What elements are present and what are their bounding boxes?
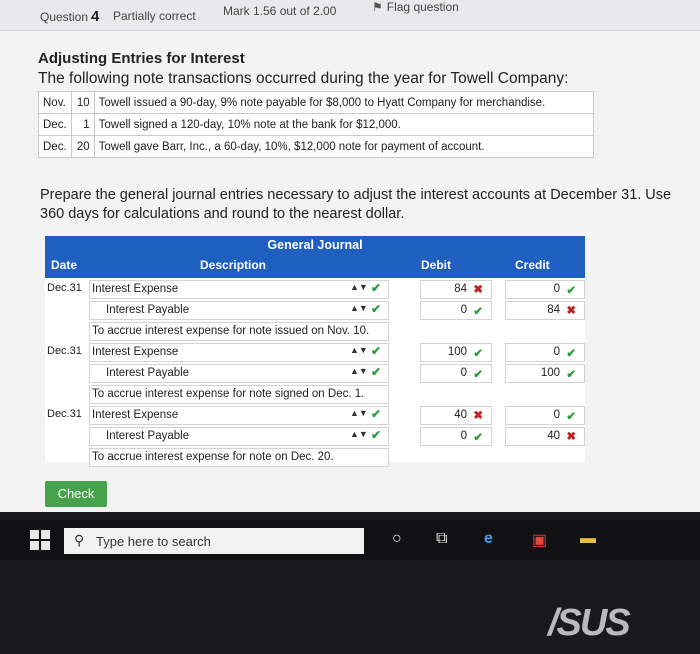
debit-field[interactable]: 0 ✔ — [420, 427, 492, 446]
account-select[interactable]: Interest Expense — [89, 280, 389, 299]
correct-icon: ✔ — [371, 428, 382, 442]
windows-taskbar: ⚲ Type here to search ○ ⧉ e ▣ ▬ — [0, 520, 700, 560]
correct-icon: ✔ — [371, 281, 382, 295]
table-row: Dec. 20 Towell gave Barr, Inc., a 60-day… — [38, 135, 595, 158]
correct-icon: ✔ — [566, 285, 576, 297]
journal-row: Dec.31 Interest Expense ▲▼ ✔ 40 ✖ 0 ✔ — [45, 404, 585, 425]
table-row: Nov. 10 Towell issued a 90-day, 9% note … — [38, 91, 595, 114]
store-icon[interactable]: ▣ — [532, 530, 547, 550]
account-select[interactable]: Interest Payable — [89, 301, 389, 320]
credit-field[interactable]: 40 ✖ — [505, 427, 585, 446]
correct-icon: ✔ — [371, 407, 382, 421]
journal-row: Dec.31 Interest Expense ▲▼ ✔ 84 ✖ 0 ✔ — [45, 278, 585, 299]
account-select[interactable]: Interest Expense — [89, 343, 389, 362]
correct-icon: ✔ — [566, 348, 576, 360]
memo-field[interactable]: To accrue interest expense for note sign… — [89, 385, 389, 404]
question-mark: Mark 1.56 out of 2.00 — [223, 4, 337, 18]
incorrect-icon: ✖ — [473, 284, 483, 296]
correct-icon: ✔ — [473, 369, 483, 381]
cortana-icon[interactable]: ○ — [392, 530, 402, 548]
select-arrows-icon: ▲▼ — [350, 366, 368, 376]
credit-field[interactable]: 0 ✔ — [505, 280, 585, 299]
credit-field[interactable]: 0 ✔ — [505, 343, 585, 362]
journal-header: Date Description Debit Credit — [45, 254, 585, 278]
memo-field[interactable]: To accrue interest expense for note issu… — [89, 322, 389, 341]
journal-title: General Journal — [45, 236, 585, 254]
correct-icon: ✔ — [566, 411, 576, 423]
journal-row: Interest Payable ▲▼ ✔ 0 ✔ 100 ✔ — [45, 362, 585, 383]
edge-browser-icon[interactable]: e — [484, 530, 493, 548]
incorrect-icon: ✖ — [473, 410, 483, 422]
correct-icon: ✔ — [371, 302, 382, 316]
debit-field[interactable]: 100 ✔ — [420, 343, 492, 362]
correct-icon: ✔ — [371, 344, 382, 358]
correct-icon: ✔ — [473, 348, 483, 360]
debit-field[interactable]: 0 ✔ — [420, 301, 492, 320]
search-icon: ⚲ — [74, 532, 85, 548]
flag-icon: ⚑ — [372, 0, 383, 14]
credit-field[interactable]: 100 ✔ — [505, 364, 585, 383]
debit-field[interactable]: 40 ✖ — [420, 406, 492, 425]
entry-date: Dec.31 — [47, 408, 82, 420]
table-row: Dec. 1 Towell signed a 120-day, 10% note… — [38, 113, 595, 136]
account-select[interactable]: Interest Payable — [89, 427, 389, 446]
journal-row: Interest Payable ▲▼ ✔ 0 ✔ 84 ✖ — [45, 299, 585, 320]
asus-logo: /SUS — [548, 602, 631, 644]
select-arrows-icon: ▲▼ — [350, 303, 368, 313]
correct-icon: ✔ — [566, 369, 576, 381]
debit-field[interactable]: 0 ✔ — [420, 364, 492, 383]
memo-field[interactable]: To accrue interest expense for note on D… — [89, 448, 389, 467]
select-arrows-icon: ▲▼ — [350, 408, 368, 418]
taskbar-search-box[interactable]: ⚲ Type here to search — [64, 528, 364, 554]
entry-date: Dec.31 — [47, 345, 82, 357]
journal-row: Dec.31 Interest Expense ▲▼ ✔ 100 ✔ 0 ✔ — [45, 341, 585, 362]
problem-prompt: Prepare the general journal entries nece… — [40, 187, 672, 222]
journal-row: Interest Payable ▲▼ ✔ 0 ✔ 40 ✖ — [45, 425, 585, 446]
flag-question-link[interactable]: ⚑ Flag question — [372, 0, 459, 14]
incorrect-icon: ✖ — [566, 431, 576, 443]
entry-date: Dec.31 — [47, 282, 82, 294]
quiz-screen: Question 4 Partially correct Mark 1.56 ou… — [0, 0, 700, 512]
incorrect-icon: ✖ — [566, 305, 576, 317]
check-button[interactable]: Check — [45, 481, 107, 507]
file-explorer-icon[interactable]: ▬ — [580, 530, 596, 548]
correct-icon: ✔ — [473, 306, 483, 318]
header-credit: Credit — [515, 258, 550, 272]
account-select[interactable]: Interest Expense — [89, 406, 389, 425]
header-debit: Debit — [421, 258, 451, 272]
general-journal: General Journal Date Description Debit C… — [45, 236, 585, 467]
select-arrows-icon: ▲▼ — [350, 429, 368, 439]
header-description: Description — [200, 258, 267, 272]
problem-title: Adjusting Entries for Interest — [38, 50, 245, 67]
problem-subtitle: The following note transactions occurred… — [38, 70, 569, 87]
correct-icon: ✔ — [473, 432, 483, 444]
credit-field[interactable]: 0 ✔ — [505, 406, 585, 425]
credit-field[interactable]: 84 ✖ — [505, 301, 585, 320]
correct-icon: ✔ — [371, 365, 382, 379]
select-arrows-icon: ▲▼ — [350, 345, 368, 355]
question-number: Question 4 — [40, 8, 100, 25]
windows-start-icon[interactable] — [30, 530, 50, 550]
debit-field[interactable]: 84 ✖ — [420, 280, 492, 299]
task-view-icon[interactable]: ⧉ — [436, 530, 447, 548]
question-info-bar: Question 4 Partially correct Mark 1.56 ou… — [0, 0, 700, 31]
question-state: Partially correct — [113, 9, 196, 23]
notes-table: Nov. 10 Towell issued a 90-day, 9% note … — [38, 91, 595, 158]
account-select[interactable]: Interest Payable — [89, 364, 389, 383]
header-date: Date — [51, 258, 78, 272]
select-arrows-icon: ▲▼ — [350, 282, 368, 292]
